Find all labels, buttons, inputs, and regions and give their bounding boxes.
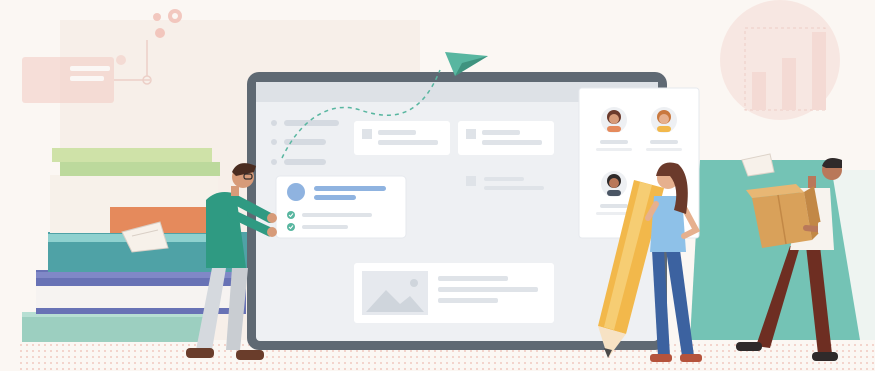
media-card xyxy=(354,263,554,323)
task-card xyxy=(275,175,407,239)
check-icon xyxy=(287,211,295,219)
collaboration-illustration xyxy=(0,0,875,371)
image-placeholder-icon xyxy=(362,271,428,315)
avatar xyxy=(601,107,627,133)
top-card-1 xyxy=(354,121,450,155)
illustration-canvas xyxy=(0,0,875,371)
bar-chart-icon xyxy=(720,0,840,120)
check-icon xyxy=(287,223,295,231)
top-card-2 xyxy=(458,121,554,155)
avatar xyxy=(651,107,677,133)
avatar xyxy=(601,171,627,197)
